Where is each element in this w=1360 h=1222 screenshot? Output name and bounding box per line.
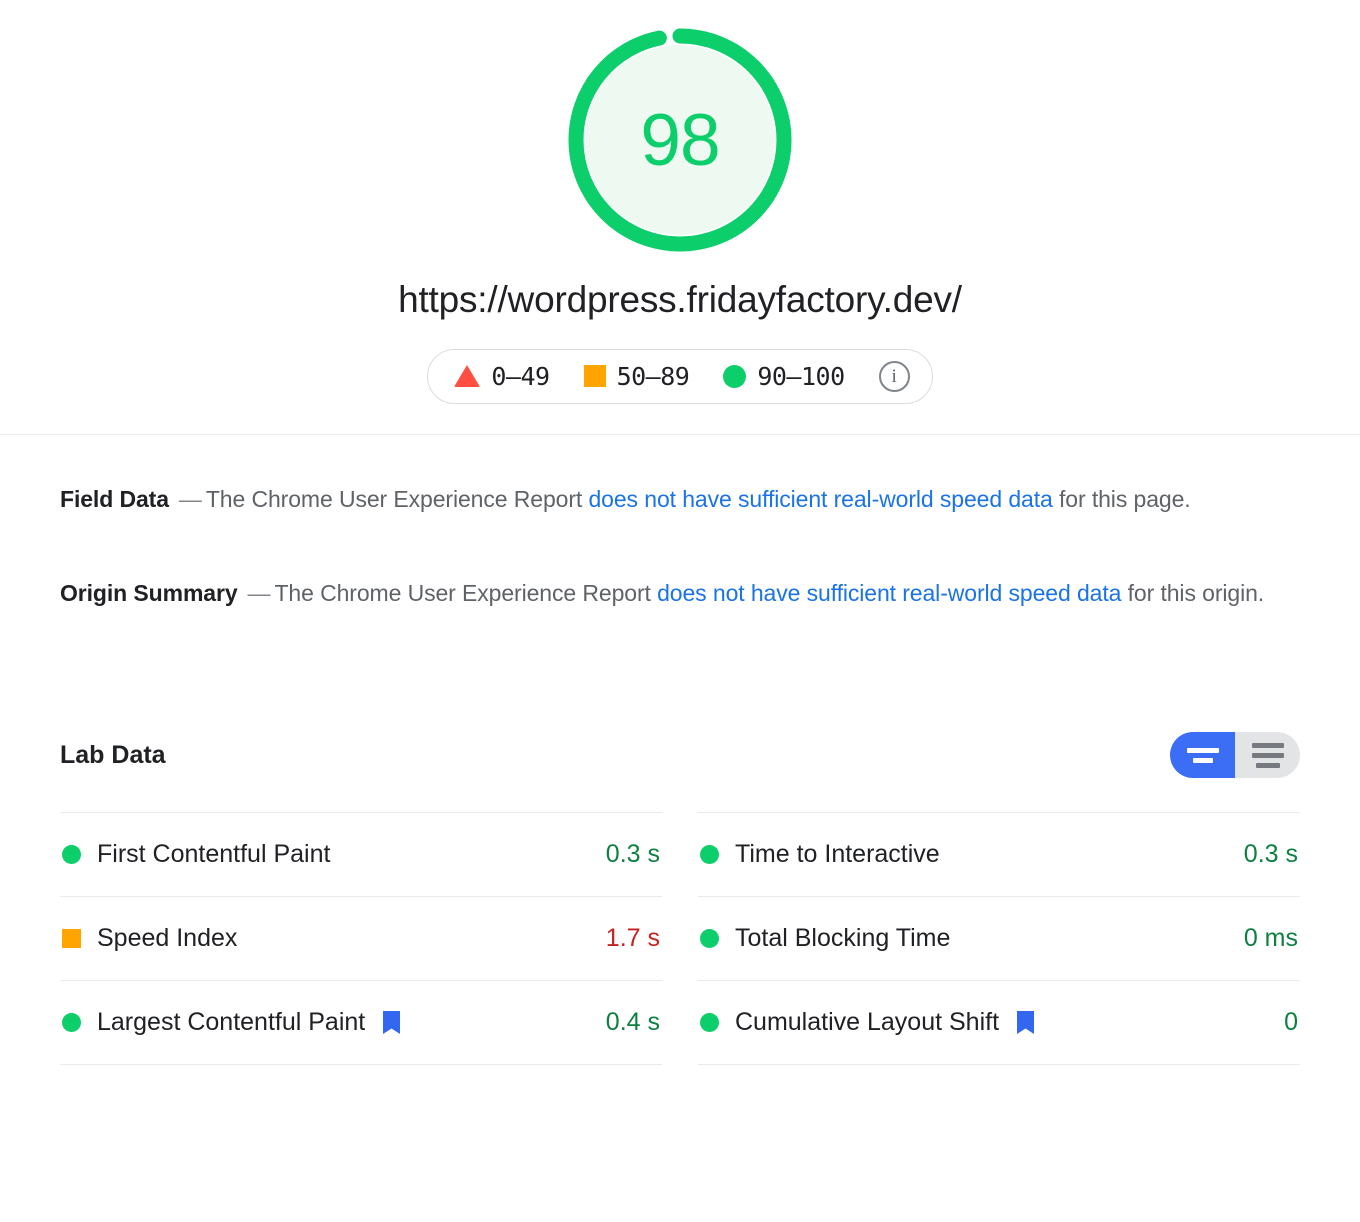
origin-summary-section: Origin Summary —The Chrome User Experienc… (60, 521, 1300, 615)
metric-value: 1.7 s (590, 924, 660, 953)
square-icon (584, 365, 606, 387)
metric-label: Total Blocking Time (735, 924, 950, 953)
table-row[interactable]: Speed Index 1.7 s (60, 896, 662, 980)
circle-icon (723, 365, 746, 388)
metric-label: Speed Index (97, 924, 237, 953)
table-row[interactable]: Cumulative Layout Shift 0 (698, 980, 1300, 1064)
toggle-compact-view[interactable] (1170, 732, 1235, 778)
score-legend[interactable]: 0–49 50–89 90–100 i (427, 349, 932, 404)
legend-item-poor: 0–49 (454, 362, 549, 391)
metric-label: Largest Contentful Paint (97, 1008, 365, 1037)
table-row-partial[interactable] (698, 1064, 1300, 1148)
lab-metrics: First Contentful Paint 0.3 s Speed Index… (60, 812, 1300, 1148)
origin-summary-link[interactable]: does not have sufficient real-world spee… (657, 580, 1121, 606)
gauge-score-value: 98 (564, 24, 796, 256)
lab-data-title: Lab Data (60, 741, 166, 770)
field-data-dash: — (179, 486, 202, 512)
legend-item-good: 90–100 (723, 362, 844, 391)
status-badge (62, 1013, 81, 1032)
table-row-partial[interactable] (60, 1064, 662, 1148)
list-view-icon-bar-1 (1252, 743, 1284, 748)
origin-summary-dash: — (248, 580, 271, 606)
metric-value: 0 ms (1228, 924, 1298, 953)
origin-summary-text-before: The Chrome User Experience Report (274, 580, 657, 606)
field-data-section: Field Data —The Chrome User Experience Re… (60, 435, 1300, 521)
metric-value: 0.3 s (1228, 840, 1298, 869)
status-badge (62, 929, 81, 948)
core-web-vital-bookmark-icon (1017, 1011, 1034, 1034)
metric-value: 0.4 s (590, 1008, 660, 1037)
status-badge (700, 1013, 719, 1032)
metric-label: Cumulative Layout Shift (735, 1008, 999, 1037)
legend-label-good: 90–100 (757, 362, 844, 391)
table-row[interactable]: Largest Contentful Paint 0.4 s (60, 980, 662, 1064)
report-header: 98 https://wordpress.fridayfactory.dev/ … (0, 0, 1360, 434)
field-data-title: Field Data (60, 486, 169, 512)
origin-summary-title: Origin Summary (60, 580, 238, 606)
status-badge (700, 929, 719, 948)
table-row[interactable]: Total Blocking Time 0 ms (698, 896, 1300, 980)
toggle-list-view[interactable] (1235, 732, 1300, 778)
metric-label: First Contentful Paint (97, 840, 330, 869)
status-badge (700, 845, 719, 864)
triangle-icon (454, 365, 480, 387)
list-view-icon-bar-2 (1252, 753, 1284, 758)
table-row[interactable]: Time to Interactive 0.3 s (698, 812, 1300, 896)
compact-view-icon-bar-1 (1187, 748, 1219, 753)
performance-gauge: 98 (564, 24, 796, 256)
legend-item-average: 50–89 (584, 362, 690, 391)
lab-metrics-column-left: First Contentful Paint 0.3 s Speed Index… (60, 812, 662, 1148)
field-data-link[interactable]: does not have sufficient real-world spee… (588, 486, 1052, 512)
view-toggle[interactable] (1170, 732, 1300, 778)
field-data-text-before: The Chrome User Experience Report (206, 486, 589, 512)
legend-label-poor: 0–49 (491, 362, 549, 391)
metric-label: Time to Interactive (735, 840, 940, 869)
info-icon[interactable]: i (879, 361, 910, 392)
lab-metrics-column-right: Time to Interactive 0.3 s Total Blocking… (698, 812, 1300, 1148)
metric-value: 0 (1268, 1008, 1298, 1037)
field-data-text-after: for this page. (1053, 486, 1191, 512)
report-body: Field Data—The Chrome User Experience Re… (0, 435, 1360, 1149)
legend-label-average: 50–89 (617, 362, 690, 391)
core-web-vital-bookmark-icon (383, 1011, 400, 1034)
table-row[interactable]: First Contentful Paint 0.3 s (60, 812, 662, 896)
report-url: https://wordpress.fridayfactory.dev/ (0, 280, 1360, 321)
lab-data-header: Lab Data (60, 732, 1300, 778)
compact-view-icon-bar-2 (1193, 758, 1213, 763)
status-badge (62, 845, 81, 864)
list-view-icon-bar-3 (1256, 763, 1280, 768)
metric-value: 0.3 s (590, 840, 660, 869)
origin-summary-text-after: for this origin. (1121, 580, 1264, 606)
